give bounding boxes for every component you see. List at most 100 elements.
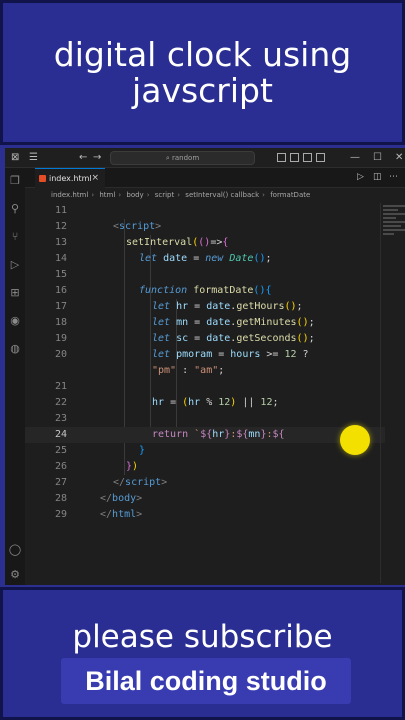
code-text: <script>	[113, 221, 162, 232]
code-line[interactable]: 14 let date = new Date();	[25, 251, 385, 267]
code-text: function formatDate(){	[139, 285, 272, 296]
close-window-icon[interactable]: ✕	[395, 151, 403, 165]
code-line[interactable]: 21	[25, 379, 385, 395]
html-file-icon	[39, 175, 46, 182]
line-number: 18	[54, 317, 67, 328]
title-banner: digital clock using javscript	[0, 0, 405, 145]
minimize-icon[interactable]: —	[350, 151, 360, 165]
customize-layout-icon[interactable]	[316, 153, 325, 162]
back-arrow-icon[interactable]: ←	[79, 151, 87, 165]
code-text: hr = (hr % 12) || 12;	[152, 397, 279, 408]
code-editor-window: ⊠ ☰ ← → ⌕ random — ☐ ✕ ❐ ⚲ ⑂ ▷ ⊞ ◉ ◍ ◯ ⚙…	[5, 148, 405, 585]
explorer-icon[interactable]: ❐	[8, 174, 22, 188]
run-icon[interactable]: ▷	[357, 172, 364, 182]
json-icon[interactable]: ◍	[8, 342, 22, 356]
maximize-icon[interactable]: ☐	[373, 151, 382, 165]
code-text: return `${hr}:${mn}:${	[152, 429, 285, 440]
toggle-sidebar-icon[interactable]	[277, 153, 286, 162]
code-line[interactable]: 22 hr = (hr % 12) || 12;	[25, 395, 385, 411]
source-control-icon[interactable]: ⑂	[8, 230, 22, 244]
line-number: 28	[54, 493, 67, 504]
breadcrumb: index.html › html › body › script › setInter…	[51, 191, 311, 199]
breadcrumb-item[interactable]: body	[126, 191, 143, 199]
code-text: setInterval(()=>{	[126, 237, 229, 248]
code-line[interactable]: 27 </script>	[25, 475, 385, 491]
line-number: 27	[54, 477, 67, 488]
title-bar: ⊠ ☰ ← → ⌕ random — ☐ ✕	[5, 148, 405, 168]
line-number: 13	[54, 237, 67, 248]
settings-gear-icon[interactable]: ⚙	[8, 568, 22, 582]
code-line[interactable]: "pm" : "am";	[25, 363, 385, 379]
line-number: 29	[54, 509, 67, 520]
account-icon[interactable]: ◯	[8, 543, 22, 557]
code-line[interactable]: 29 </html>	[25, 507, 385, 523]
code-line[interactable]: 11	[25, 203, 385, 219]
line-number: 25	[54, 445, 67, 456]
tab-label: index.html	[49, 174, 92, 183]
forward-arrow-icon[interactable]: →	[93, 151, 101, 165]
code-line[interactable]: 26})	[25, 459, 385, 475]
split-editor-icon[interactable]: ◫	[373, 172, 382, 182]
command-center-search[interactable]: ⌕ random	[110, 151, 255, 165]
code-line[interactable]: 18 let mn = date.getMinutes();	[25, 315, 385, 331]
code-line[interactable]: 12 <script>	[25, 219, 385, 235]
toggle-secondary-sidebar-icon[interactable]	[303, 153, 312, 162]
line-number: 14	[54, 253, 67, 264]
code-text: let date = new Date();	[139, 253, 272, 264]
code-text: }	[139, 445, 146, 456]
breadcrumb-item[interactable]: setInterval() callback	[185, 191, 259, 199]
breadcrumb-item[interactable]: html	[99, 191, 115, 199]
line-number: 20	[54, 349, 67, 360]
tab-index-html[interactable]: index.html ×	[35, 168, 105, 188]
code-line[interactable]: 13 setInterval(()=>{	[25, 235, 385, 251]
code-line[interactable]: 17 let hr = date.getHours();	[25, 299, 385, 315]
browser-icon[interactable]: ◉	[8, 314, 22, 328]
subscribe-text: please subscribe	[72, 619, 333, 655]
close-tab-icon[interactable]: ×	[91, 169, 99, 188]
search-icon[interactable]: ⚲	[8, 202, 22, 216]
code-text: "pm" : "am";	[152, 365, 225, 376]
breadcrumb-item[interactable]: index.html	[51, 191, 88, 199]
title-line-2: javscript	[132, 70, 273, 110]
line-number: 23	[54, 413, 67, 424]
code-line[interactable]: 15	[25, 267, 385, 283]
code-line[interactable]: 28 </body>	[25, 491, 385, 507]
tab-bar: index.html × ▷ ◫ ⋯	[25, 168, 405, 188]
minimap[interactable]	[383, 203, 405, 248]
line-number: 19	[54, 333, 67, 344]
code-area[interactable]: 11 12 <script> 13 setInterval(()=>{ 14 let dat…	[25, 203, 405, 585]
code-line[interactable]: 20 let pmoram = hours >= 12 ?	[25, 347, 385, 363]
more-actions-icon[interactable]: ⋯	[389, 172, 398, 182]
code-text: </html>	[100, 509, 143, 520]
mouse-cursor-highlight	[340, 425, 370, 455]
code-line[interactable]: 24 return `${hr}:${mn}:${	[25, 427, 385, 443]
scrollbar-track[interactable]	[380, 203, 381, 583]
menu-icon[interactable]: ☰	[29, 151, 38, 165]
line-number: 16	[54, 285, 67, 296]
brand-label: Bilal coding studio	[61, 658, 351, 704]
code-line[interactable]: 16 function formatDate(){	[25, 283, 385, 299]
run-debug-icon[interactable]: ▷	[8, 258, 22, 272]
breadcrumb-item[interactable]: script	[155, 191, 175, 199]
code-text: let pmoram = hours >= 12 ?	[152, 349, 309, 360]
line-number: 24	[54, 429, 67, 440]
footer-banner: please subscribe Bilal coding studio	[0, 587, 405, 720]
extensions-icon[interactable]: ⊞	[8, 286, 22, 300]
breadcrumb-item[interactable]: formatDate	[270, 191, 310, 199]
code-text: let mn = date.getMinutes();	[152, 317, 315, 328]
code-line[interactable]: 23	[25, 411, 385, 427]
line-number: 21	[54, 381, 67, 392]
line-number: 15	[54, 269, 67, 280]
code-line[interactable]: 25}	[25, 443, 385, 459]
line-number: 11	[54, 205, 67, 216]
toggle-panel-icon[interactable]	[290, 153, 299, 162]
code-text: </body>	[100, 493, 143, 504]
search-label: random	[172, 154, 200, 162]
line-number: 22	[54, 397, 67, 408]
app-logo-icon: ⊠	[11, 152, 20, 163]
title-line-1: digital clock using	[53, 34, 352, 74]
line-number: 17	[54, 301, 67, 312]
code-line[interactable]: 19 let sc = date.getSeconds();	[25, 331, 385, 347]
code-text: let hr = date.getHours();	[152, 301, 303, 312]
code-text: })	[126, 461, 139, 472]
